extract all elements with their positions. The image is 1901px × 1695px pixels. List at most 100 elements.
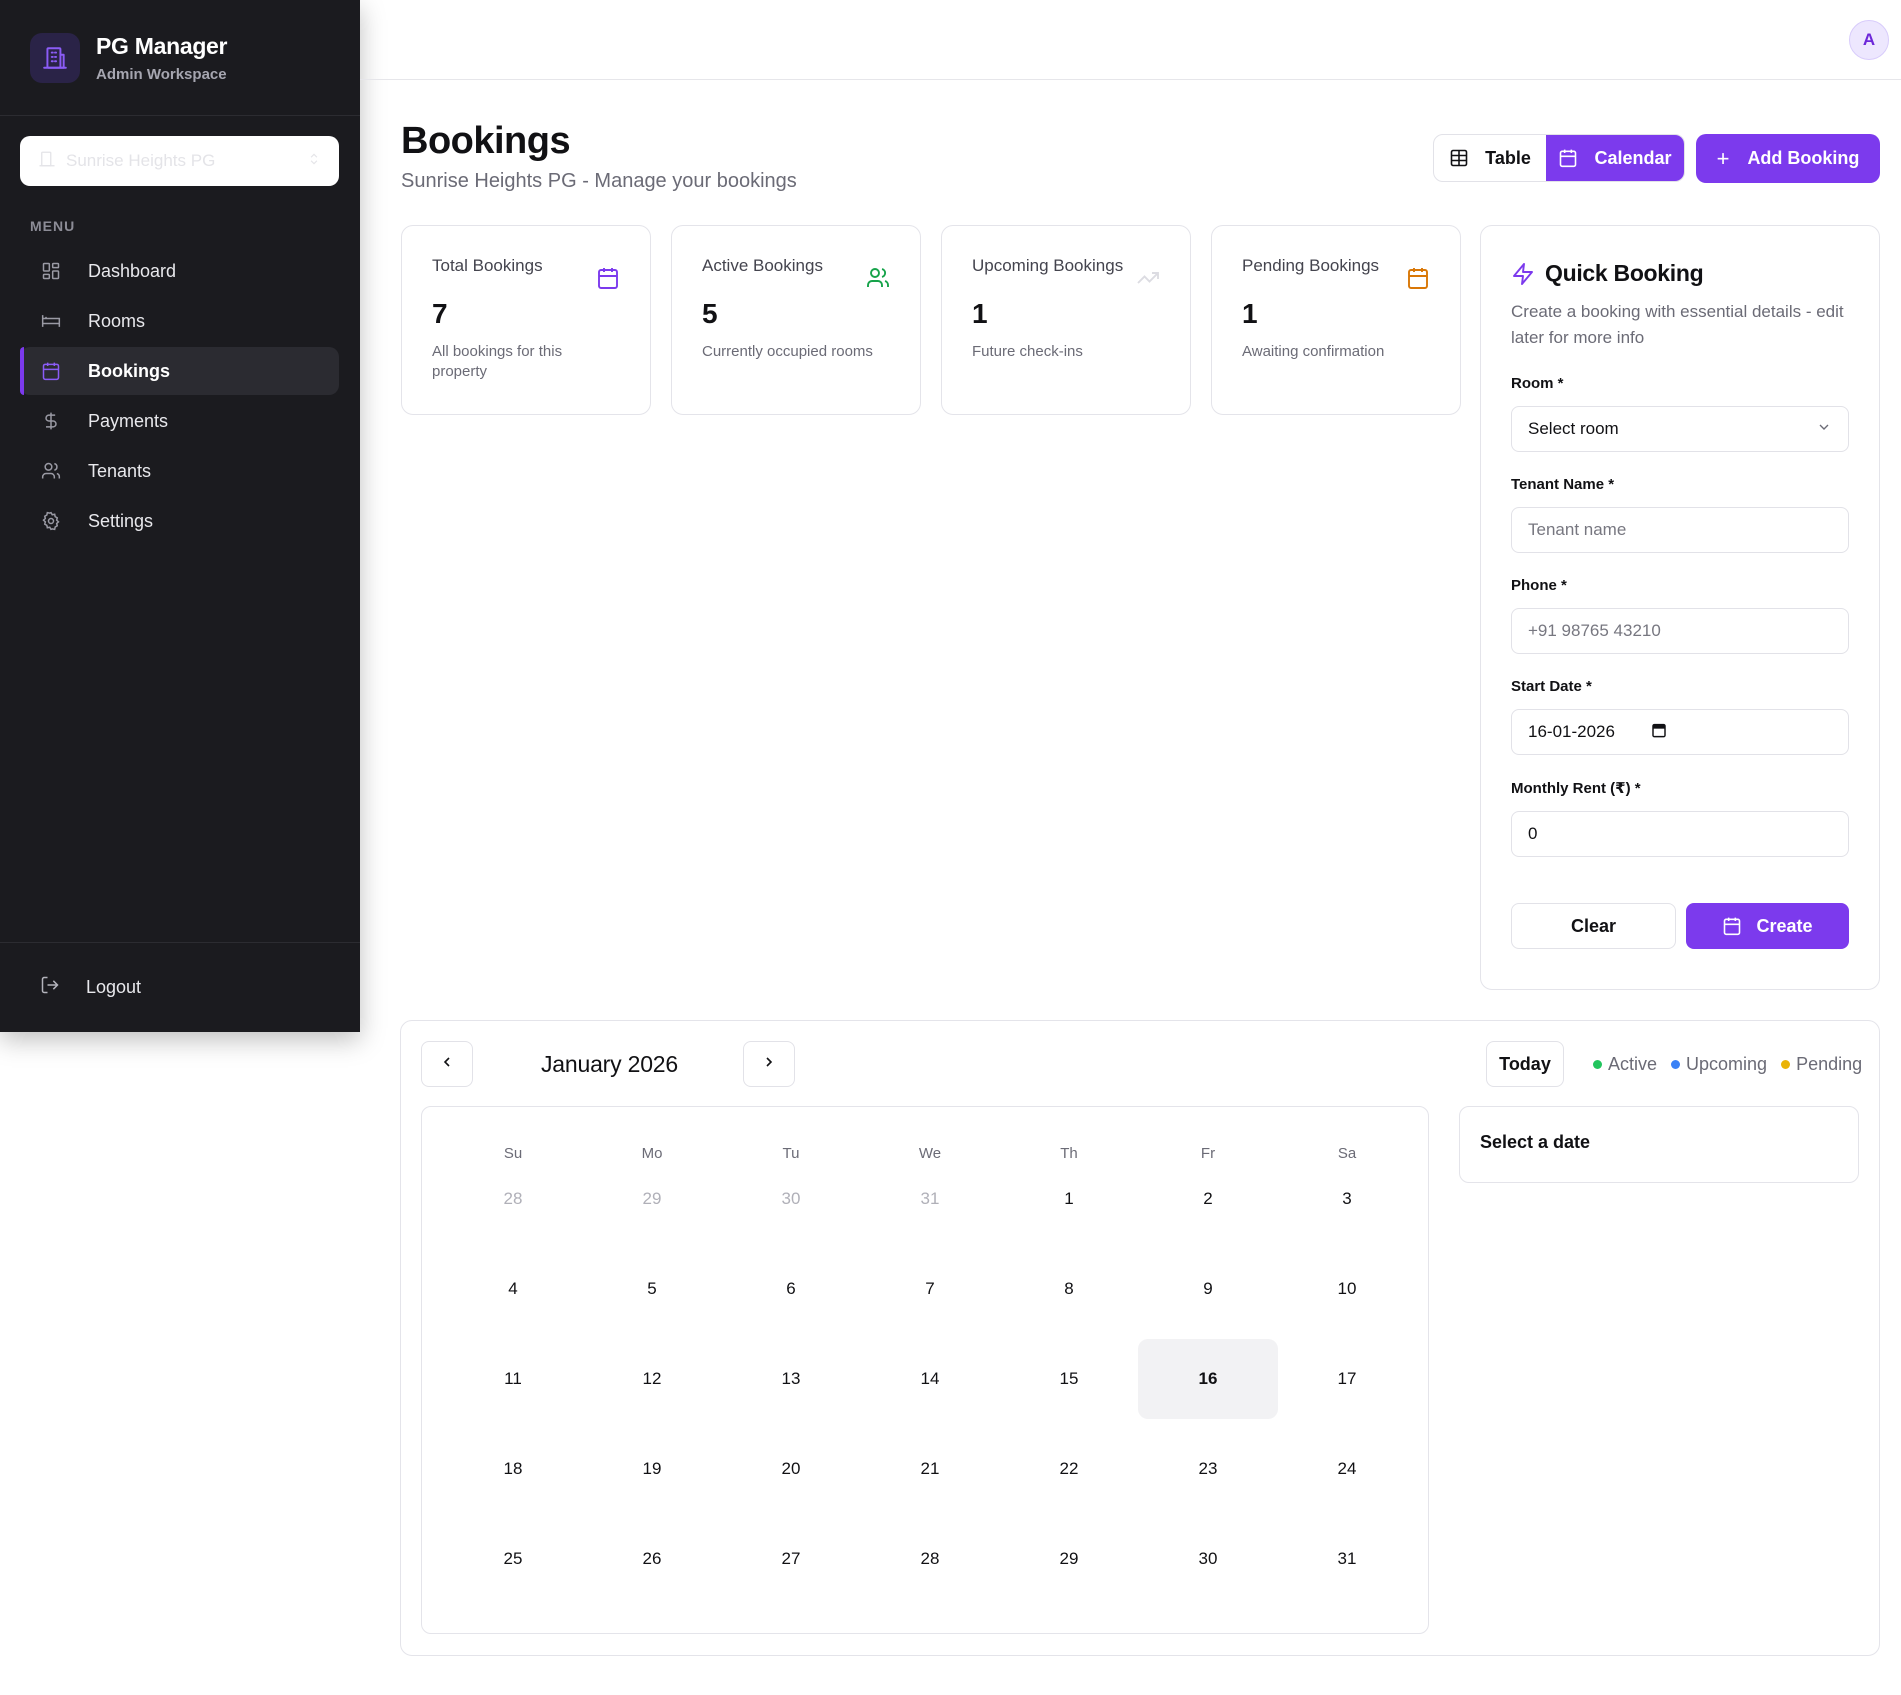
calendar-day[interactable]: 14 <box>860 1339 1000 1419</box>
selected-date-title: Select a date <box>1480 1132 1591 1152</box>
calendar-view-label: Calendar <box>1594 147 1672 168</box>
legend-item-active: Active <box>1593 1054 1657 1075</box>
calendar-day[interactable]: 23 <box>1138 1429 1278 1509</box>
trending-up-icon <box>1136 266 1160 295</box>
menu-label: MENU <box>30 218 76 234</box>
calendar-day[interactable]: 10 <box>1277 1249 1417 1329</box>
calendar-day[interactable]: 22 <box>999 1429 1139 1509</box>
users-icon <box>866 266 890 295</box>
calendar-day[interactable]: 29 <box>999 1519 1139 1599</box>
tenant-name-input[interactable]: Tenant name <box>1511 507 1849 553</box>
stat-value: 1 <box>972 298 988 329</box>
quick-booking-panel: Quick Booking Create a booking with esse… <box>1480 225 1880 990</box>
start-date-value: 16-01-2026 <box>1528 722 1615 741</box>
calendar-day[interactable]: 3 <box>1277 1159 1417 1239</box>
calendar-day[interactable]: 18 <box>443 1429 583 1509</box>
add-booking-button[interactable]: + Add Booking <box>1696 134 1880 183</box>
calendar-day[interactable]: 30 <box>1138 1519 1278 1599</box>
calendar-icon <box>1406 266 1430 295</box>
calendar-grid: Su Mo Tu We Th Fr Sa 28 29 30 31 1 2 3 4 5 6 7 8 9 10 11 12 13 1… <box>421 1106 1429 1634</box>
calendar-day[interactable]: 13 <box>721 1339 861 1419</box>
room-select[interactable]: Select room <box>1511 406 1849 452</box>
calendar-day[interactable]: 28 <box>860 1519 1000 1599</box>
table-view-button[interactable]: Table <box>1434 135 1546 181</box>
calendar-day[interactable]: 9 <box>1138 1249 1278 1329</box>
calendar-day[interactable]: 19 <box>582 1429 722 1509</box>
calendar-day[interactable]: 5 <box>582 1249 722 1329</box>
legend-dot <box>1781 1060 1791 1069</box>
brand: PG Manager Admin Workspace <box>0 0 360 116</box>
calendar-day[interactable]: 27 <box>721 1519 861 1599</box>
logout-icon <box>40 975 60 1000</box>
calendar-day[interactable]: 8 <box>999 1249 1139 1329</box>
calendar-picker-icon[interactable] <box>1651 722 1667 743</box>
calendar-day[interactable]: 1 <box>999 1159 1139 1239</box>
calendar-day[interactable]: 16 <box>1138 1339 1278 1419</box>
add-booking-label: Add Booking <box>1747 148 1860 168</box>
sidebar-item-label: Settings <box>88 510 154 531</box>
calendar-day[interactable]: 15 <box>999 1339 1139 1419</box>
quick-booking-title-text: Quick Booking <box>1545 260 1704 286</box>
table-icon <box>1449 148 1469 168</box>
calendar-day[interactable]: 17 <box>1277 1339 1417 1419</box>
sidebar-item-bookings[interactable]: Bookings <box>20 347 339 395</box>
sidebar-item-label: Dashboard <box>88 260 177 281</box>
calendar-day[interactable]: 31 <box>1277 1519 1417 1599</box>
tenant-name-label: Tenant Name * <box>1511 476 1615 493</box>
today-button[interactable]: Today <box>1486 1041 1564 1087</box>
legend-label: Active <box>1608 1054 1658 1074</box>
start-date-label: Start Date * <box>1511 678 1592 695</box>
table-view-label: Table <box>1485 147 1531 168</box>
avatar[interactable]: A <box>1849 20 1889 60</box>
calendar-day[interactable]: 26 <box>582 1519 722 1599</box>
calendar-day[interactable]: 20 <box>721 1429 861 1509</box>
gear-icon <box>40 510 62 532</box>
stat-value: 1 <box>1242 298 1258 329</box>
dashboard-icon <box>40 260 62 282</box>
calendar-day[interactable]: 12 <box>582 1339 722 1419</box>
calendar-day[interactable]: 4 <box>443 1249 583 1329</box>
month-title: January 2026 <box>541 1051 678 1077</box>
clear-button[interactable]: Clear <box>1511 903 1676 949</box>
selected-date-details: Select a date <box>1459 1106 1859 1183</box>
logout-button[interactable]: Logout <box>40 975 141 1000</box>
sidebar-nav: Dashboard Rooms Bookings Payments Tenant… <box>20 247 339 547</box>
sidebar-item-settings[interactable]: Settings <box>20 497 339 545</box>
start-date-input[interactable]: 16-01-2026 <box>1511 709 1849 755</box>
quick-booking-description: Create a booking with essential details … <box>1511 302 1844 347</box>
next-month-button[interactable] <box>743 1041 795 1087</box>
stat-card-active: Active Bookings 5 Currently occupied roo… <box>671 225 921 415</box>
calendar-day[interactable]: 25 <box>443 1519 583 1599</box>
calendar-day[interactable]: 29 <box>582 1159 722 1239</box>
calendar-day[interactable]: 30 <box>721 1159 861 1239</box>
monthly-rent-label: Monthly Rent (₹) * <box>1511 780 1641 797</box>
calendar-panel: January 2026 Today Active Upcoming Pendi… <box>400 1020 1880 1656</box>
stat-value: 7 <box>432 298 448 329</box>
create-button[interactable]: Create <box>1686 903 1849 949</box>
stat-description: Currently occupied rooms <box>702 343 873 360</box>
sidebar-item-rooms[interactable]: Rooms <box>20 297 339 345</box>
phone-input[interactable]: +91 98765 43210 <box>1511 608 1849 654</box>
calendar-day[interactable]: 31 <box>860 1159 1000 1239</box>
calendar-day[interactable]: 24 <box>1277 1429 1417 1509</box>
calendar-day[interactable]: 2 <box>1138 1159 1278 1239</box>
stat-value: 5 <box>702 298 718 329</box>
calendar-day[interactable]: 21 <box>860 1429 1000 1509</box>
property-select[interactable]: Sunrise Heights PG <box>20 136 339 186</box>
chevron-updown-icon <box>307 152 321 171</box>
prev-month-button[interactable] <box>421 1041 473 1087</box>
calendar-day[interactable]: 6 <box>721 1249 861 1329</box>
sidebar-item-dashboard[interactable]: Dashboard <box>20 247 339 295</box>
sidebar-item-tenants[interactable]: Tenants <box>20 447 339 495</box>
calendar-day[interactable]: 11 <box>443 1339 583 1419</box>
stat-label: Total Bookings <box>432 256 543 275</box>
quick-booking-actions: Clear Create <box>1511 903 1849 949</box>
sidebar-item-payments[interactable]: Payments <box>20 397 339 445</box>
stat-card-pending: Pending Bookings 1 Awaiting confirmation <box>1211 225 1461 415</box>
stat-label: Active Bookings <box>702 256 823 275</box>
monthly-rent-input[interactable]: 0 <box>1511 811 1849 857</box>
calendar-day[interactable]: 7 <box>860 1249 1000 1329</box>
status-legend: Active Upcoming Pending <box>1593 1054 1862 1075</box>
calendar-view-button[interactable]: Calendar <box>1546 135 1684 181</box>
calendar-day[interactable]: 28 <box>443 1159 583 1239</box>
